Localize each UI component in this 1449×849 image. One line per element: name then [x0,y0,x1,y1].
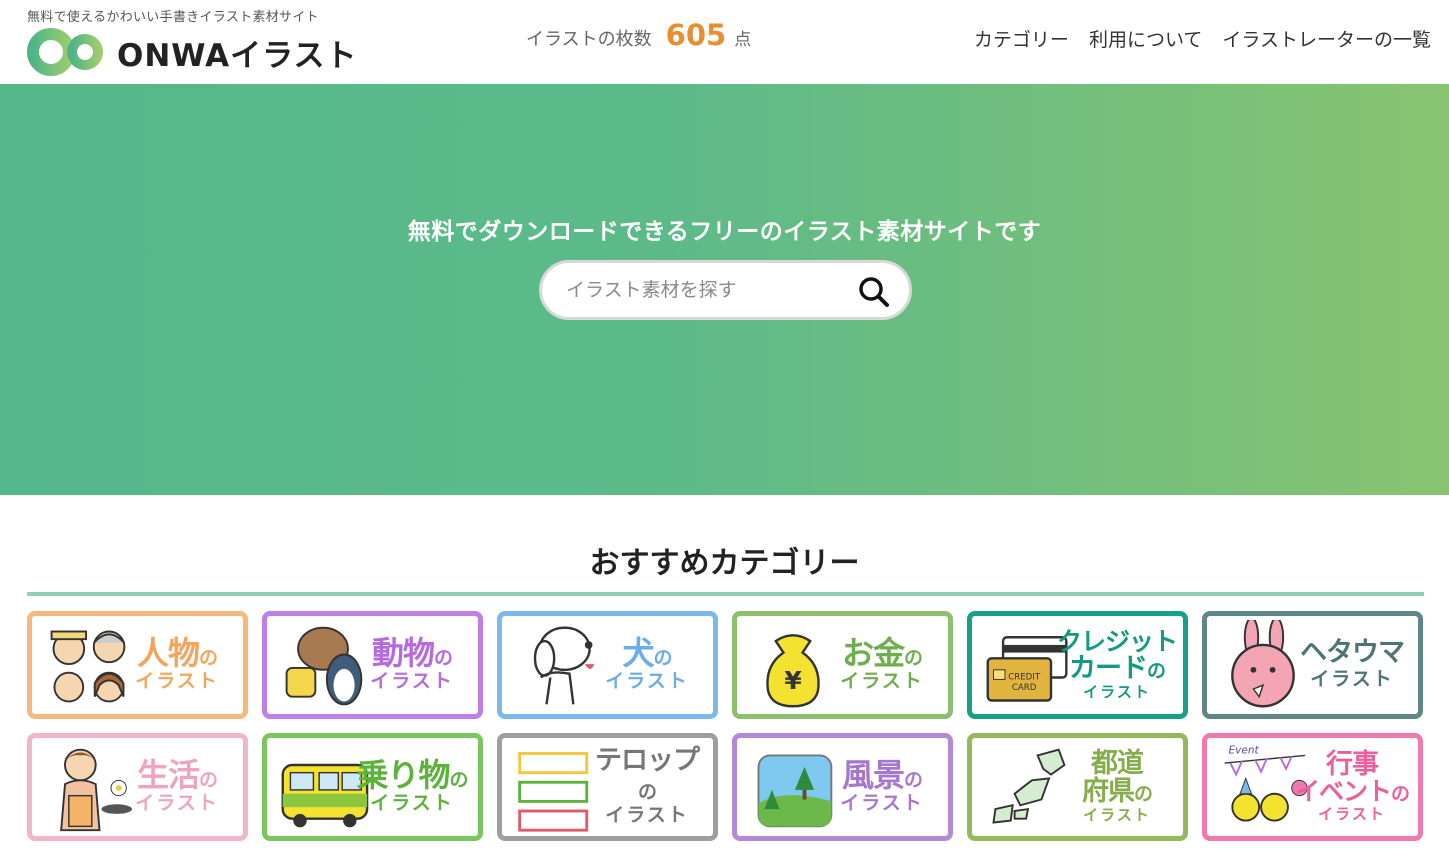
category-label: 乗り物の イラスト [352,738,472,836]
category-title: 犬の [622,633,672,672]
svg-text:Event: Event [1229,745,1260,757]
category-label: 行事 イベントの イラスト [1292,738,1412,836]
search-button[interactable] [857,275,891,309]
category-subtitle: イラスト [370,792,454,815]
search-box [539,260,912,320]
svg-text:CARD: CARD [1012,683,1037,693]
category-label: 犬の イラスト [587,616,707,714]
category-card[interactable]: 都道 府県の イラスト [967,733,1188,841]
category-title: お金の [841,633,923,672]
category-card[interactable]: テロップの イラスト [497,733,718,841]
category-title-line2: イベントの [1294,777,1410,807]
illustration-count: イラストの枚数 605 点 [526,18,751,52]
category-title: 都道 [1091,747,1144,779]
category-title: ヘタウマ [1300,637,1405,669]
search-input[interactable] [566,276,846,304]
category-card[interactable]: 動物の イラスト [262,611,483,719]
section-divider [27,592,1424,596]
category-title: 生活の [136,755,218,794]
category-subtitle: イラスト [1310,667,1394,690]
site-tagline: 無料で使えるかわいい手書きイラスト素材サイト [27,10,319,25]
category-label: テロップの イラスト [587,738,707,836]
nav-categories[interactable]: カテゴリー [974,25,1069,52]
category-title: テロップの [595,745,700,803]
category-title: 乗り物の [356,755,468,794]
nav-illustrators[interactable]: イラストレーターの一覧 [1222,25,1431,52]
category-subtitle: イラスト [1318,805,1386,824]
category-label: クレジット カードの イラスト [1057,616,1178,714]
category-label: 生活の イラスト [117,738,237,836]
category-label: 人物の イラスト [117,616,237,714]
category-subtitle: イラスト [1083,806,1151,825]
category-card[interactable]: 乗り物の イラスト [262,733,483,841]
hero-title: 無料でダウンロードできるフリーのイラスト素材サイトです [407,219,1042,245]
category-card[interactable]: 犬の イラスト [497,611,718,719]
category-subtitle: イラスト [840,670,924,693]
category-card[interactable]: Event 行事 イベントの イラスト [1202,733,1423,841]
category-title-line2: 府県の [1081,776,1153,807]
category-label: 風景の イラスト [822,738,942,836]
site-logo[interactable]: ONWAイラスト [27,26,357,78]
category-subtitle: イラスト [135,670,219,693]
category-title: 行事 [1326,748,1379,780]
count-unit: 点 [734,30,752,50]
category-card[interactable]: ¥ お金の イラスト [732,611,953,719]
category-subtitle: イラスト [605,803,689,826]
hero-banner: 無料でダウンロードできるフリーのイラスト素材サイトです [0,84,1449,495]
category-title: 風景の [841,755,923,794]
category-card[interactable]: CREDIT CARD クレジット カードの イラスト [967,611,1188,719]
svg-text:CREDIT: CREDIT [1008,672,1041,682]
category-label: ヘタウマ イラスト [1292,616,1412,714]
category-subtitle: イラスト [605,670,689,693]
category-card[interactable]: 人物の イラスト [27,611,248,719]
category-title: 人物の [136,633,218,672]
logo-text: ONWAイラスト [117,37,358,74]
category-card[interactable]: ヘタウマ イラスト [1202,611,1423,719]
category-title-line2: カードの [1068,652,1166,684]
category-card[interactable]: 生活の イラスト [27,733,248,841]
search-icon [859,277,889,307]
category-label: 都道 府県の イラスト [1057,738,1177,836]
category-card[interactable]: 風景の イラスト [732,733,953,841]
count-label: イラストの枚数 [526,29,652,50]
count-value: 605 [665,18,727,52]
main-nav: カテゴリー 利用について イラストレーターの一覧 [974,25,1431,52]
category-title: クレジット [1057,626,1178,656]
nav-usage[interactable]: 利用について [1089,25,1202,52]
category-subtitle: イラスト [840,792,924,815]
infinity-logo-icon [27,28,103,76]
category-subtitle: イラスト [135,792,219,815]
site-header: 無料で使えるかわいい手書きイラスト素材サイト ONWAイラスト イラストの枚数 … [0,0,1449,84]
category-label: お金の イラスト [822,616,942,714]
svg-text:¥: ¥ [784,666,802,695]
section-title: おすすめカテゴリー [589,546,860,581]
category-subtitle: イラスト [370,670,454,693]
category-title: 動物の [371,633,453,672]
category-label: 動物の イラスト [352,616,472,714]
category-subtitle: イラスト [1083,683,1151,702]
